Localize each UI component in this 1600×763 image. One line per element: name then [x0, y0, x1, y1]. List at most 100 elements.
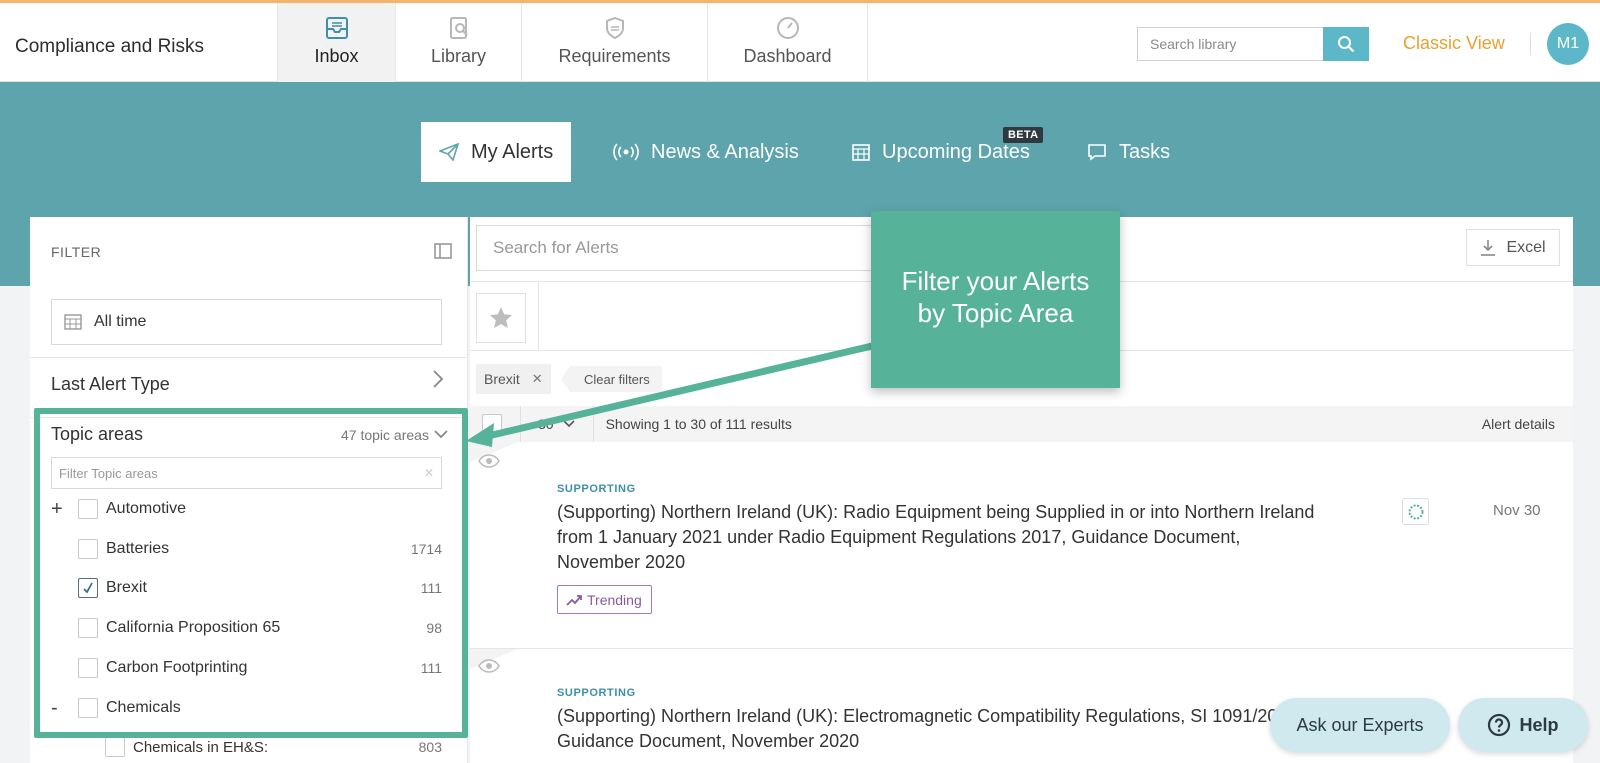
chevron-down-icon[interactable]	[433, 427, 449, 445]
subnav-tab-label: My Alerts	[471, 140, 554, 163]
subnav-tab-news-analysis[interactable]: News & Analysis	[613, 122, 799, 182]
alert-category: SUPPORTING	[557, 483, 636, 495]
ask-experts-button[interactable]: Ask our Experts	[1270, 698, 1450, 752]
download-icon	[1481, 239, 1496, 256]
topic-count: 1714	[410, 541, 442, 557]
results-summary: Showing 1 to 30 of 111 results	[605, 416, 792, 432]
nav-tab-label: Requirements	[558, 46, 671, 66]
topic-filter-placeholder: Filter Topic areas	[59, 465, 158, 481]
topic-item-california-prop-65[interactable]: California Proposition 65 98	[51, 615, 442, 641]
alert-title[interactable]: (Supporting) Northern Ireland (UK): Elec…	[557, 704, 1327, 754]
collapse-panel-icon[interactable]	[434, 243, 452, 264]
excel-label: Excel	[1506, 238, 1546, 256]
help-button[interactable]: Help	[1458, 698, 1588, 752]
chat-bubble-icon	[1088, 144, 1106, 161]
checkbox[interactable]	[78, 499, 98, 519]
topic-count: 111	[420, 580, 442, 596]
calendar-icon	[852, 144, 870, 161]
search-button[interactable]	[1323, 27, 1369, 61]
alert-details-toggle[interactable]: Alert details	[1482, 416, 1555, 432]
app-title: Compliance and Risks	[15, 36, 205, 57]
divider	[1530, 33, 1531, 55]
chevron-right-icon[interactable]	[432, 369, 444, 394]
last-alert-type-toggle[interactable]: Last Alert Type	[51, 374, 170, 395]
help-label: Help	[1519, 714, 1559, 735]
topic-name: Chemicals	[106, 699, 181, 716]
callout-line: Filter your Alerts	[901, 265, 1090, 296]
alert-date: Nov 30	[1493, 502, 1541, 519]
search-icon	[1338, 36, 1355, 53]
close-icon[interactable]: ✕	[532, 371, 543, 387]
results-toolbar: 30 Showing 1 to 30 of 111 results Alert …	[470, 406, 1573, 442]
topic-item-brexit[interactable]: Brexit 111	[51, 575, 442, 601]
gauge-icon	[776, 17, 799, 39]
divider	[30, 417, 467, 418]
library-icon	[449, 17, 468, 39]
topic-subitem-chemicals-ehs[interactable]: Chemicals in EH&S: 803	[105, 734, 442, 760]
topic-name: Automotive	[106, 500, 187, 517]
topic-filter-input[interactable]: Filter Topic areas ✕	[51, 457, 442, 489]
subnav-tab-label: Upcoming Dates	[882, 140, 1030, 163]
trending-tag[interactable]: Trending	[557, 585, 652, 614]
alert-row[interactable]: SUPPORTING (Supporting) Northern Ireland…	[470, 442, 1573, 649]
inbox-icon	[325, 17, 348, 39]
checkbox[interactable]	[78, 539, 98, 559]
expand-icon[interactable]: +	[51, 499, 78, 519]
progress-ring-icon	[1408, 504, 1423, 519]
chevron-down-icon	[563, 420, 575, 428]
topic-item-batteries[interactable]: Batteries 1714	[51, 536, 442, 562]
topic-count: 803	[418, 739, 442, 755]
avatar[interactable]: M1	[1547, 23, 1589, 65]
topic-item-carbon-footprinting[interactable]: Carbon Footprinting 111	[51, 655, 442, 681]
topic-item-automotive[interactable]: + Automotive	[51, 496, 442, 522]
checkbox[interactable]	[78, 698, 98, 718]
topic-name: Chemicals in EH&S:	[133, 738, 269, 756]
eye-icon[interactable]	[478, 454, 500, 468]
checkbox[interactable]	[78, 658, 98, 678]
topic-count: 98	[426, 620, 442, 636]
paper-plane-icon	[439, 143, 459, 161]
status-indicator[interactable]	[1402, 498, 1429, 525]
topic-areas-heading: Topic areas	[51, 424, 144, 444]
topic-name: California Proposition 65	[106, 619, 281, 636]
nav-tab-requirements[interactable]: Requirements	[521, 3, 707, 82]
collapse-icon[interactable]: -	[51, 698, 78, 718]
date-range-select[interactable]: All time	[51, 299, 442, 345]
classic-view-link[interactable]: Classic View	[1403, 33, 1505, 54]
active-filter-chip[interactable]: Brexit ✕	[476, 364, 551, 394]
nav-tab-dashboard[interactable]: Dashboard	[707, 3, 868, 82]
date-range-value: All time	[94, 313, 147, 330]
checkbox-checked[interactable]	[78, 578, 98, 598]
clear-icon[interactable]: ✕	[424, 466, 434, 480]
checkbox[interactable]	[78, 618, 98, 638]
divider	[520, 406, 521, 442]
per-page-select[interactable]: 30	[538, 416, 575, 432]
nav-tab-inbox[interactable]: Inbox	[277, 3, 395, 82]
nav-tab-label: Dashboard	[743, 46, 832, 66]
chip-label: Brexit	[484, 371, 520, 387]
check-icon	[83, 582, 93, 594]
favorites-button[interactable]	[476, 293, 526, 343]
eye-icon[interactable]	[478, 659, 500, 673]
subnav-tab-my-alerts[interactable]: My Alerts	[421, 122, 572, 182]
topic-item-chemicals[interactable]: - Chemicals	[51, 695, 442, 721]
callout-line: by Topic Area	[917, 297, 1074, 328]
beta-badge: BETA	[1003, 127, 1044, 143]
select-all-checkbox[interactable]	[482, 414, 502, 434]
nav-tab-library[interactable]: Library	[395, 3, 521, 82]
divider	[538, 282, 539, 350]
subnav-tab-tasks[interactable]: Tasks	[1087, 122, 1170, 182]
callout-box: Filter your Alerts by Topic Area	[871, 211, 1120, 388]
clear-filters-button[interactable]: Clear filters	[561, 366, 662, 392]
checkbox[interactable]	[105, 737, 125, 757]
topic-name: Brexit	[106, 579, 147, 596]
subnav-tab-label: News & Analysis	[651, 140, 799, 163]
excel-export-button[interactable]: Excel	[1466, 229, 1560, 266]
tag-label: Trending	[587, 591, 642, 608]
top-bar: Compliance and Risks Inbox Library Requi…	[0, 0, 1600, 82]
filter-title: FILTER	[51, 244, 102, 260]
help-icon	[1488, 713, 1511, 737]
library-search-input[interactable]	[1137, 27, 1323, 61]
topic-name: Batteries	[106, 540, 170, 557]
alert-title[interactable]: (Supporting) Northern Ireland (UK): Radi…	[557, 500, 1327, 575]
